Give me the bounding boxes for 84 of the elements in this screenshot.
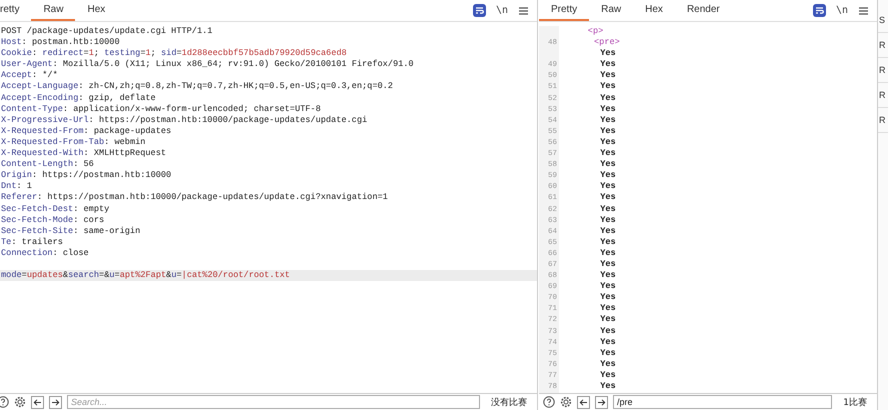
response-text: Yes — [600, 92, 616, 103]
wrap-lines-icon[interactable] — [812, 4, 826, 17]
code-line: Sec-Fetch-Site: same-origin — [0, 226, 142, 237]
view-tab[interactable]: retty — [0, 0, 32, 21]
code-line: Sec-Fetch-Mode: cors — [0, 214, 106, 226]
response-text: Yes — [600, 303, 616, 314]
view-tab[interactable]: Raw — [589, 0, 634, 21]
response-text: Yes — [600, 159, 616, 170]
response-text: Yes — [600, 258, 616, 269]
view-tab[interactable]: Pretty — [539, 0, 590, 21]
response-text: Yes — [600, 59, 616, 70]
code-line: Host: postman.htb:10000 — [0, 37, 121, 48]
side-panel-label: R — [879, 115, 886, 125]
response-text: Yes — [600, 348, 616, 358]
code-line: X-Progressive-Url: https://postman.htb:10000/package-updates/update.cgi — [0, 114, 368, 126]
response-text: Yes — [600, 370, 616, 380]
code-line: Connection: close — [0, 248, 90, 259]
response-text: Yes — [600, 270, 616, 280]
code-line: Content-Type: application/x-www-form-urlencoded; charset=UTF-8 — [0, 104, 322, 115]
response-text: Yes — [600, 104, 616, 114]
code-line: Cookie: redirect=1; testing=1; sid=1d288eecbbf57b5adb79920d59ca6ed8 — [0, 48, 348, 60]
code-line: User-Agent: Mozilla/5.0 (X11; Linux x86_64; rv:91.0) Gecko/20100101 Firefox/91.0 — [0, 59, 415, 70]
response-text: Yes — [600, 358, 616, 369]
response-text: Yes — [600, 226, 616, 236]
code-line: Origin: https://postman.htb:10000 — [0, 170, 172, 182]
code-line: POST /package-updates/update.cgi HTTP/1.1 — [0, 26, 214, 38]
response-text: Yes — [600, 336, 616, 347]
response-text: Yes — [600, 136, 616, 147]
help-icon[interactable] — [0, 396, 9, 408]
code-line: Referer: https://postman.htb:10000/package-updates/update.cgi?xnavigation=1 — [0, 192, 389, 204]
response-text: Yes — [600, 281, 616, 292]
code-line: Dnt: 1 — [0, 181, 33, 192]
next-arrow-icon[interactable] — [595, 396, 608, 408]
settings-icon[interactable] — [560, 396, 572, 408]
match-count: 1比赛 — [842, 396, 868, 408]
previous-arrow-icon[interactable] — [577, 396, 590, 408]
code-line: Accept-Language: zh-CN,zh;q=0.8,zh-TW;q=0.7,zh-HK;q=0.5,en-US;q=0.3,en;q=0.2 — [0, 81, 394, 93]
view-tab[interactable]: Hex — [75, 0, 118, 21]
search-field[interactable]: Search... — [67, 395, 480, 409]
response-text: Yes — [600, 81, 616, 92]
code-line: X-Requested-From: package-updates — [0, 126, 172, 137]
side-panel-label: R — [879, 40, 886, 50]
next-arrow-icon[interactable] — [49, 396, 62, 408]
code-line: Accept: */* — [0, 70, 59, 82]
search-field[interactable]: /pre — [613, 395, 832, 409]
previous-arrow-icon[interactable] — [31, 396, 44, 408]
code-line: Accept-Encoding: gzip, deflate — [0, 92, 157, 104]
side-panel-label: R — [879, 90, 886, 100]
side-panel-label: R — [879, 65, 886, 75]
view-tab[interactable]: Hex — [633, 0, 675, 21]
html-tag: <pre> — [594, 37, 620, 48]
response-text: Yes — [600, 181, 616, 192]
newline-toggle[interactable]: \n — [836, 5, 848, 16]
response-text: Yes — [600, 204, 616, 214]
response-text: Yes — [600, 148, 616, 158]
newline-toggle[interactable]: \n — [496, 5, 508, 16]
response-text: Yes — [600, 381, 616, 391]
response-text: Yes — [600, 248, 616, 258]
side-panel-label: S — [879, 15, 886, 25]
response-text: Yes — [600, 114, 616, 125]
menu-icon[interactable] — [858, 6, 869, 16]
menu-icon[interactable] — [518, 6, 529, 16]
wrap-lines-icon[interactable] — [472, 4, 486, 17]
response-text: Yes — [600, 170, 616, 180]
response-text: Yes — [600, 214, 616, 225]
response-text: Yes — [600, 236, 616, 247]
code-line: Content-Length: 56 — [0, 159, 95, 170]
match-count: 没有比赛 — [490, 396, 528, 408]
response-text: Yes — [600, 292, 616, 302]
response-text: Yes — [600, 126, 616, 136]
response-text: Yes — [600, 314, 616, 324]
response-text: Yes — [600, 70, 616, 80]
html-tag: <p> — [588, 26, 604, 36]
code-line: Te: trailers — [0, 236, 64, 248]
view-tab[interactable]: Raw — [31, 0, 76, 21]
code-line: X-Requested-From-Tab: webmin — [0, 136, 146, 148]
response-text: Yes — [600, 192, 616, 202]
code-line: X-Requested-With: XMLHttpRequest — [0, 148, 168, 160]
settings-icon[interactable] — [14, 396, 26, 408]
response-text: Yes — [600, 326, 616, 336]
view-tab[interactable]: Render — [674, 0, 732, 21]
response-text: Yes — [600, 48, 616, 58]
help-icon[interactable] — [543, 396, 555, 408]
code-line: Sec-Fetch-Dest: empty — [0, 204, 110, 215]
